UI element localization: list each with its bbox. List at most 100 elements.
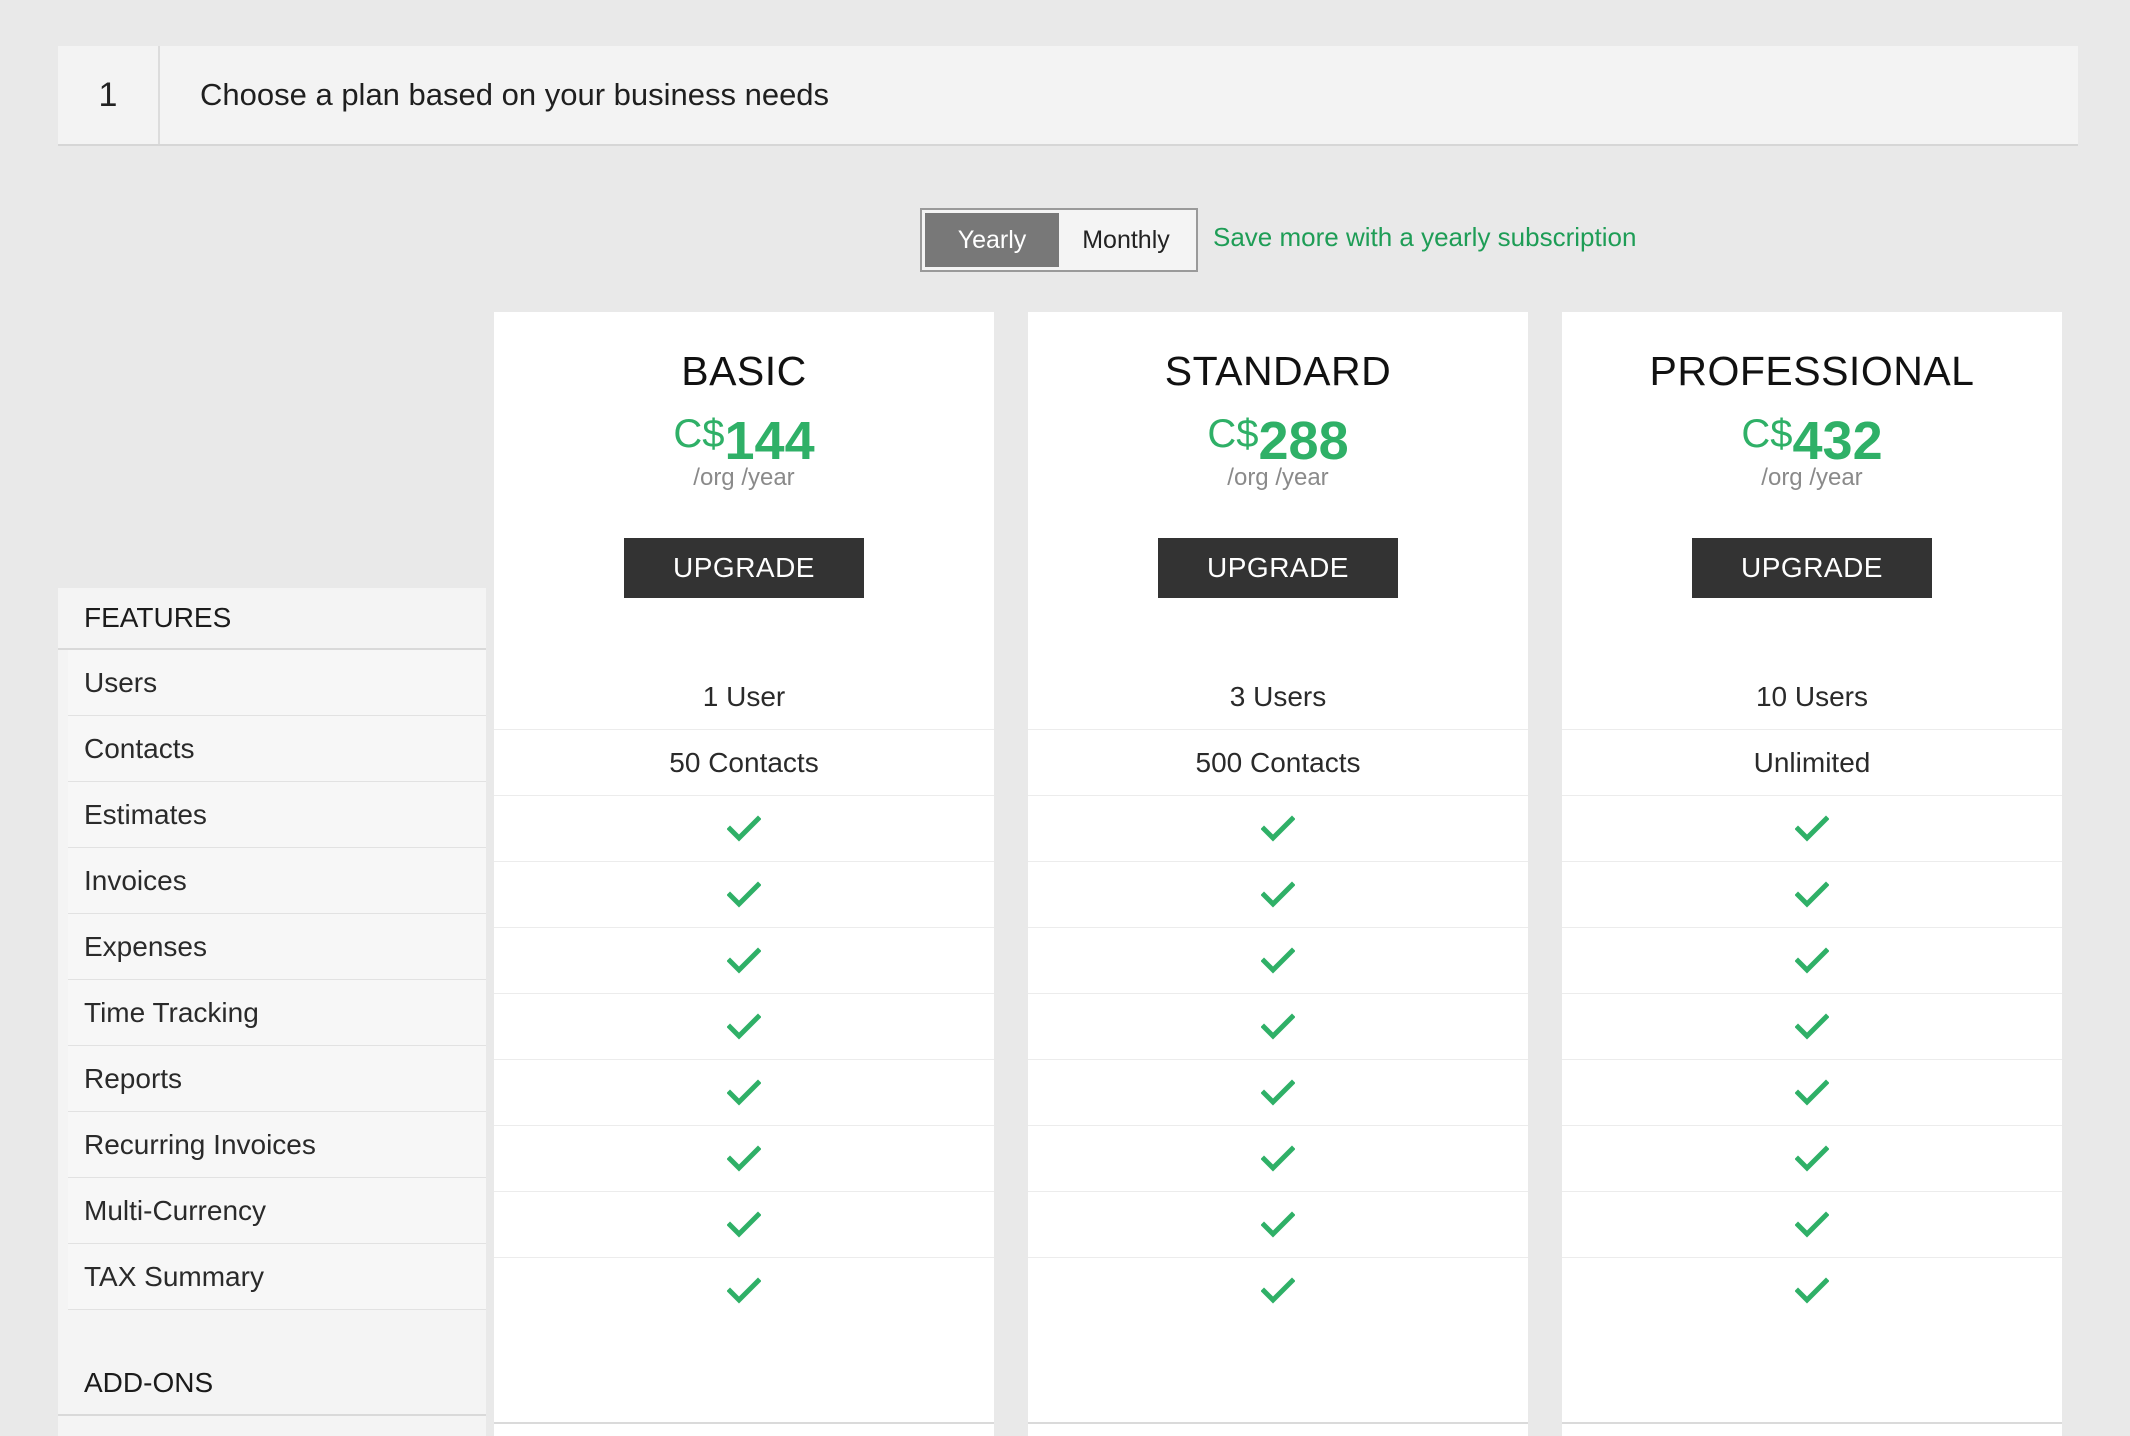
check-icon: [1261, 814, 1295, 842]
cell-multi-currency: [1562, 1192, 2062, 1258]
addons-heading: ADD-ONS: [58, 1352, 486, 1416]
cell-invoices: [1028, 862, 1528, 928]
plan-divider: [1028, 1422, 1528, 1436]
features-column: FEATURES Users Contacts Estimates Invoic…: [58, 588, 486, 1436]
feature-row-invoices: Invoices: [68, 848, 486, 914]
cell-invoices: [494, 862, 994, 928]
feature-row-users: Users: [68, 650, 486, 716]
cell-invoices: [1562, 862, 2062, 928]
plan-price: C$144: [494, 410, 994, 472]
price-amount: 432: [1792, 411, 1883, 471]
cell-tax-summary: [1028, 1258, 1528, 1324]
check-icon: [1795, 946, 1829, 974]
billing-yearly-option[interactable]: Yearly: [925, 213, 1059, 267]
plan-name: STANDARD: [1164, 348, 1392, 394]
plan-name: PROFESSIONAL: [1649, 348, 1975, 394]
price-amount: 288: [1258, 411, 1349, 471]
price-currency: C$: [673, 412, 725, 456]
check-icon: [1795, 1277, 1829, 1304]
feature-row-tax-summary: TAX Summary: [68, 1244, 486, 1310]
cell-users: 3 Users: [1028, 664, 1528, 730]
upgrade-button-basic[interactable]: UPGRADE: [624, 538, 864, 598]
feature-row-expenses: Expenses: [68, 914, 486, 980]
feature-row-reports: Reports: [68, 1046, 486, 1112]
plan-feature-cells: 3 Users 500 Contacts: [1028, 664, 1528, 1324]
cell-tax-summary: [1562, 1258, 2062, 1324]
cell-users: 1 User: [494, 664, 994, 730]
cell-time-tracking: [1028, 994, 1528, 1060]
check-icon: [1795, 1078, 1829, 1106]
feature-row-time-tracking: Time Tracking: [68, 980, 486, 1046]
check-icon: [727, 1078, 761, 1106]
check-icon: [727, 1144, 761, 1172]
cell-recurring-invoices: [1028, 1126, 1528, 1192]
plan-card-standard: STANDARD C$288 /org /year UPGRADE 3 User…: [1028, 312, 1528, 1436]
cell-reports: [1562, 1060, 2062, 1126]
cell-reports: [1028, 1060, 1528, 1126]
billing-monthly-option[interactable]: Monthly: [1059, 213, 1193, 267]
cell-expenses: [1562, 928, 2062, 994]
check-icon: [1261, 1144, 1295, 1172]
features-heading: FEATURES: [58, 588, 486, 650]
yearly-savings-note: Save more with a yearly subscription: [1213, 222, 1637, 252]
price-currency: C$: [1207, 412, 1259, 456]
cell-time-tracking: [494, 994, 994, 1060]
price-period: /org /year: [1761, 464, 1863, 491]
price-period: /org /year: [1227, 464, 1329, 491]
plan-price: C$432: [1562, 410, 2062, 472]
price-period: /org /year: [693, 464, 795, 491]
cell-contacts: 500 Contacts: [1028, 730, 1528, 796]
check-icon: [1261, 880, 1295, 908]
check-icon: [1795, 1012, 1829, 1040]
cell-users: 10 Users: [1562, 664, 2062, 730]
cell-contacts: Unlimited: [1562, 730, 2062, 796]
plan-divider: [494, 1422, 994, 1436]
check-icon: [1261, 1012, 1295, 1040]
cell-estimates: [494, 796, 994, 862]
cell-recurring-invoices: [494, 1126, 994, 1192]
plan-divider: [1562, 1422, 2062, 1436]
check-icon: [1261, 1277, 1295, 1304]
step-number: 1: [58, 46, 160, 144]
upgrade-button-standard[interactable]: UPGRADE: [1158, 538, 1398, 598]
check-icon: [727, 1210, 761, 1238]
step-title: Choose a plan based on your business nee…: [200, 77, 830, 112]
plan-name: BASIC: [681, 348, 807, 394]
plan-feature-cells: 1 User 50 Contacts: [494, 664, 994, 1324]
plan-price: C$288: [1028, 410, 1528, 472]
cell-recurring-invoices: [1562, 1126, 2062, 1192]
cell-estimates: [1562, 796, 2062, 862]
billing-toggle[interactable]: Yearly Monthly: [920, 208, 1198, 272]
feature-row-multi-currency: Multi-Currency: [68, 1178, 486, 1244]
check-icon: [727, 880, 761, 908]
check-icon: [1261, 1078, 1295, 1106]
step-header: 1 Choose a plan based on your business n…: [58, 46, 2078, 146]
price-currency: C$: [1741, 412, 1793, 456]
cell-reports: [494, 1060, 994, 1126]
cell-estimates: [1028, 796, 1528, 862]
plan-feature-cells: 10 Users Unlimited: [1562, 664, 2062, 1324]
check-icon: [1261, 1210, 1295, 1238]
cell-expenses: [494, 928, 994, 994]
check-icon: [1795, 880, 1829, 908]
check-icon: [727, 946, 761, 974]
feature-row-estimates: Estimates: [68, 782, 486, 848]
plan-card-professional: PROFESSIONAL C$432 /org /year UPGRADE 10…: [1562, 312, 2062, 1436]
plan-card-basic: BASIC C$144 /org /year UPGRADE 1 User 50…: [494, 312, 994, 1436]
feature-row-recurring-invoices: Recurring Invoices: [68, 1112, 486, 1178]
feature-row-contacts: Contacts: [68, 716, 486, 782]
price-amount: 144: [724, 411, 815, 471]
check-icon: [1795, 1144, 1829, 1172]
check-icon: [1795, 814, 1829, 842]
cell-contacts: 50 Contacts: [494, 730, 994, 796]
cell-multi-currency: [494, 1192, 994, 1258]
check-icon: [727, 814, 761, 842]
upgrade-button-professional[interactable]: UPGRADE: [1692, 538, 1932, 598]
check-icon: [727, 1277, 761, 1304]
cell-multi-currency: [1028, 1192, 1528, 1258]
check-icon: [727, 1012, 761, 1040]
check-icon: [1795, 1210, 1829, 1238]
check-icon: [1261, 946, 1295, 974]
cell-expenses: [1028, 928, 1528, 994]
cell-time-tracking: [1562, 994, 2062, 1060]
